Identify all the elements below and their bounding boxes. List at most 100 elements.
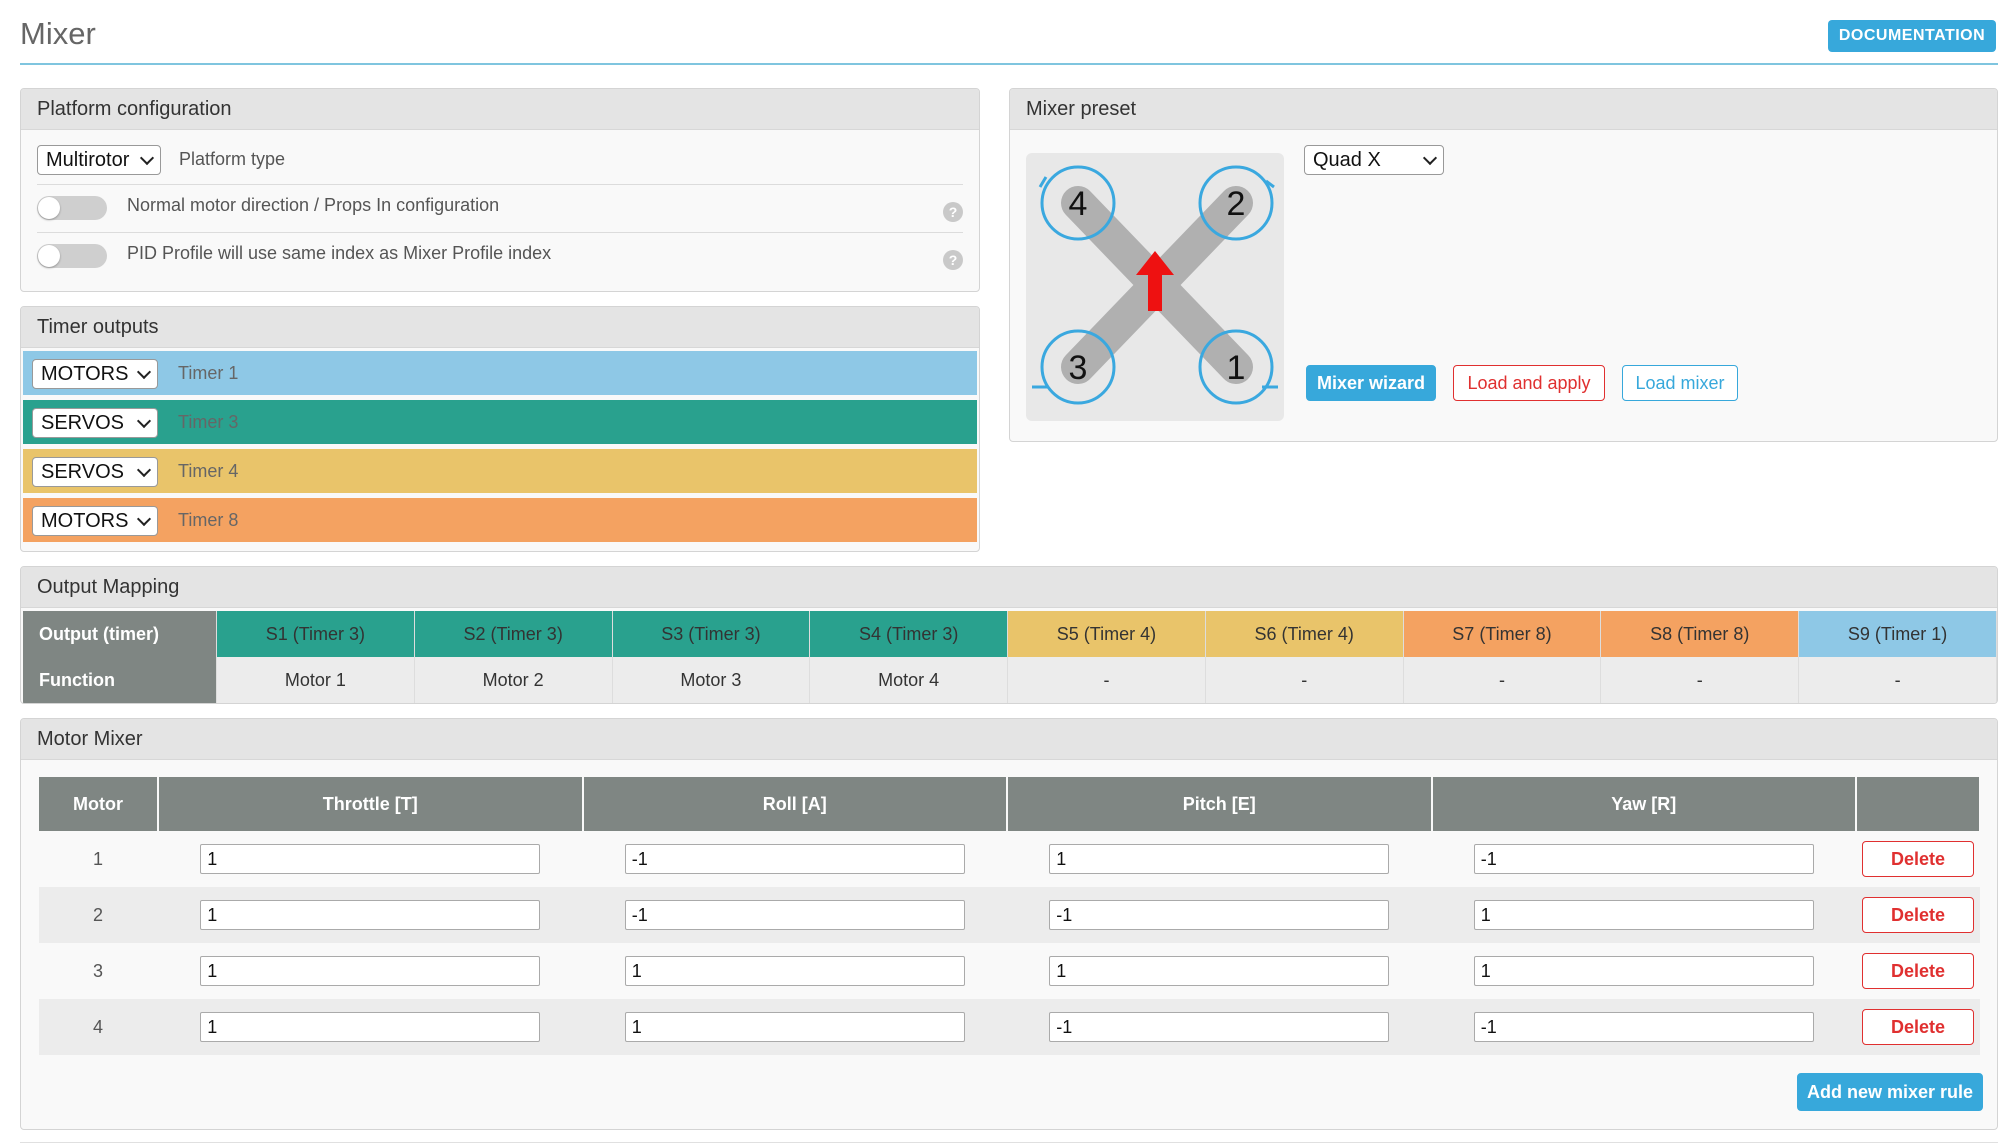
column-header: Throttle [T] bbox=[158, 777, 583, 831]
roll-input[interactable]: -1 bbox=[625, 844, 965, 874]
props-in-toggle[interactable] bbox=[37, 196, 107, 220]
motor-label-2: 2 bbox=[1227, 185, 1246, 223]
cell: -1 bbox=[1007, 887, 1432, 943]
pid-profile-toggle[interactable] bbox=[37, 244, 107, 268]
load-and-apply-button[interactable]: Load and apply bbox=[1453, 365, 1605, 401]
function-cell: Motor 3 bbox=[612, 657, 810, 703]
cell: 1 bbox=[1432, 943, 1857, 999]
divider bbox=[37, 184, 963, 185]
mixer-wizard-button[interactable]: Mixer wizard bbox=[1306, 365, 1436, 401]
cell: 1 bbox=[583, 943, 1008, 999]
props-in-label: Normal motor direction / Props In config… bbox=[127, 195, 499, 216]
throttle-input[interactable]: 1 bbox=[200, 844, 540, 874]
cell: 1 bbox=[583, 999, 1008, 1055]
header-row: Motor Throttle [T] Roll [A] Pitch [E] Ya… bbox=[39, 777, 1980, 831]
load-mixer-button[interactable]: Load mixer bbox=[1622, 365, 1738, 401]
yaw-input[interactable]: 1 bbox=[1474, 956, 1814, 986]
pitch-input[interactable]: 1 bbox=[1049, 956, 1389, 986]
platform-type-select[interactable]: Multirotor bbox=[37, 145, 161, 175]
output-mapping-panel: Output Mapping Output (timer) S1 (Timer … bbox=[20, 566, 1998, 704]
timer-mode-select[interactable]: SERVOS bbox=[32, 457, 158, 487]
timer-mode-select[interactable]: MOTORS bbox=[32, 359, 158, 389]
delete-button[interactable]: Delete bbox=[1862, 841, 1974, 877]
output-cell: S6 (Timer 4) bbox=[1205, 611, 1403, 657]
cell: Delete bbox=[1856, 887, 1980, 943]
chevron-down-icon bbox=[137, 414, 151, 428]
documentation-button[interactable]: DOCUMENTATION bbox=[1828, 20, 1996, 52]
yaw-input[interactable]: -1 bbox=[1474, 1012, 1814, 1042]
output-cell: S2 (Timer 3) bbox=[414, 611, 612, 657]
timer-outputs-title: Timer outputs bbox=[21, 307, 979, 348]
throttle-input[interactable]: 1 bbox=[200, 1012, 540, 1042]
help-icon[interactable]: ? bbox=[943, 202, 963, 222]
roll-input[interactable]: 1 bbox=[625, 1012, 965, 1042]
function-cell: - bbox=[1205, 657, 1403, 703]
platform-type-value: Multirotor bbox=[46, 149, 129, 172]
function-cell: - bbox=[1601, 657, 1799, 703]
timer-row: MOTORS Timer 8 bbox=[23, 498, 977, 542]
motor-label-1: 1 bbox=[1227, 349, 1246, 387]
timer-mode-select[interactable]: MOTORS bbox=[32, 506, 158, 536]
pitch-input[interactable]: 1 bbox=[1049, 844, 1389, 874]
output-cell: S9 (Timer 1) bbox=[1799, 611, 1997, 657]
function-cell: - bbox=[1403, 657, 1601, 703]
column-header: Yaw [R] bbox=[1432, 777, 1857, 831]
roll-input[interactable]: -1 bbox=[625, 900, 965, 930]
mixer-preset-panel: Mixer preset 4 2 3 1 Quad X Mixer wizard… bbox=[1009, 88, 1998, 442]
delete-button[interactable]: Delete bbox=[1862, 1009, 1974, 1045]
delete-button[interactable]: Delete bbox=[1862, 953, 1974, 989]
platform-configuration-title: Platform configuration bbox=[21, 89, 979, 130]
pitch-input[interactable]: -1 bbox=[1049, 1012, 1389, 1042]
title-divider bbox=[20, 63, 1998, 65]
timer-row: SERVOS Timer 4 bbox=[23, 449, 977, 493]
mixer-preset-select[interactable]: Quad X bbox=[1304, 145, 1444, 175]
cell: Delete bbox=[1856, 943, 1980, 999]
cell: 1 bbox=[1007, 943, 1432, 999]
timer-row: MOTORS Timer 1 bbox=[23, 351, 977, 395]
add-mixer-rule-button[interactable]: Add new mixer rule bbox=[1797, 1073, 1983, 1111]
timer-mode-select[interactable]: SERVOS bbox=[32, 408, 158, 438]
output-row-header: Output (timer) bbox=[23, 611, 217, 657]
column-header: Pitch [E] bbox=[1007, 777, 1432, 831]
delete-button[interactable]: Delete bbox=[1862, 897, 1974, 933]
cell: 1 bbox=[158, 887, 583, 943]
output-row: Output (timer) S1 (Timer 3) S2 (Timer 3)… bbox=[23, 611, 1997, 657]
function-cell: - bbox=[1799, 657, 1997, 703]
cell: 1 bbox=[158, 831, 583, 887]
quad-x-illustration: 4 2 3 1 bbox=[1026, 153, 1284, 421]
chevron-down-icon bbox=[137, 512, 151, 526]
timer-mode-value: MOTORS bbox=[41, 363, 128, 386]
bottom-divider bbox=[20, 1142, 1998, 1143]
column-header: Motor bbox=[39, 777, 158, 831]
output-cell: S5 (Timer 4) bbox=[1008, 611, 1206, 657]
cell: -1 bbox=[583, 887, 1008, 943]
motor-number: 4 bbox=[39, 999, 158, 1055]
table-row: 3 1 1 1 1 Delete bbox=[39, 943, 1980, 999]
function-cell: Motor 1 bbox=[217, 657, 415, 703]
motor-number: 2 bbox=[39, 887, 158, 943]
timer-name: Timer 3 bbox=[178, 412, 238, 433]
timer-name: Timer 8 bbox=[178, 510, 238, 531]
output-cell: S7 (Timer 8) bbox=[1403, 611, 1601, 657]
motor-label-4: 4 bbox=[1069, 185, 1088, 223]
cell: -1 bbox=[1007, 999, 1432, 1055]
motor-mixer-title: Motor Mixer bbox=[21, 719, 1997, 760]
pitch-input[interactable]: -1 bbox=[1049, 900, 1389, 930]
throttle-input[interactable]: 1 bbox=[200, 900, 540, 930]
yaw-input[interactable]: 1 bbox=[1474, 900, 1814, 930]
yaw-input[interactable]: -1 bbox=[1474, 844, 1814, 874]
table-row: 2 1 -1 -1 1 Delete bbox=[39, 887, 1980, 943]
timer-outputs-panel: Timer outputs MOTORS Timer 1 SERVOS Time… bbox=[20, 306, 980, 552]
help-icon[interactable]: ? bbox=[943, 250, 963, 270]
cell: 1 bbox=[158, 943, 583, 999]
timer-mode-value: SERVOS bbox=[41, 461, 124, 484]
quad-x-diagram: 4 2 3 1 bbox=[1026, 153, 1284, 421]
cell: -1 bbox=[1432, 999, 1857, 1055]
function-cell: Motor 4 bbox=[810, 657, 1008, 703]
throttle-input[interactable]: 1 bbox=[200, 956, 540, 986]
motor-number: 1 bbox=[39, 831, 158, 887]
chevron-down-icon bbox=[137, 463, 151, 477]
platform-type-label: Platform type bbox=[179, 149, 285, 170]
cell: 1 bbox=[1007, 831, 1432, 887]
roll-input[interactable]: 1 bbox=[625, 956, 965, 986]
